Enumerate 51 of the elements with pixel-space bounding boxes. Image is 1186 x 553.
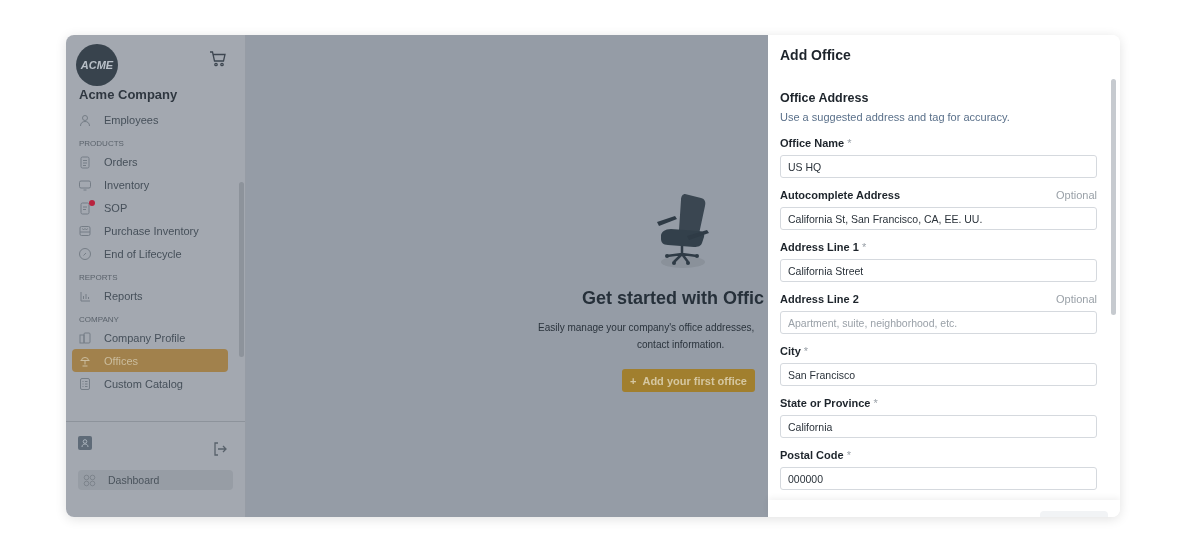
nav-icon <box>78 246 92 261</box>
field-label: City * <box>780 345 809 359</box>
input-field[interactable]: Apartment, suite, neighborhood, etc. <box>780 311 1097 334</box>
nav-icon <box>78 112 92 127</box>
field-label: Address Line 1 * <box>780 241 867 255</box>
sidebar-item[interactable]: Employees <box>72 108 228 131</box>
section-heading: REPORTS <box>79 273 119 282</box>
sidebar-item[interactable]: Reports <box>72 284 228 307</box>
input-field[interactable]: 000000 <box>780 467 1097 490</box>
sidebar-item[interactable]: Inventory <box>72 173 228 196</box>
company-logo: ACME <box>76 44 118 86</box>
field-label: Postal Code * <box>780 449 851 463</box>
nav-icon <box>78 223 92 238</box>
dashboard-button[interactable]: Dashboard <box>78 470 233 490</box>
sidebar-item[interactable]: SOP <box>72 196 228 219</box>
optional-hint: Optional <box>1056 189 1097 203</box>
user-avatar[interactable] <box>78 436 92 450</box>
section-heading: COMPANY <box>79 315 120 324</box>
input-field[interactable]: California <box>780 415 1097 438</box>
cart-icon[interactable] <box>209 50 227 68</box>
scrollbar-thumb[interactable] <box>1111 79 1116 315</box>
sidebar-item[interactable]: Custom Catalog <box>72 372 228 395</box>
field-label: State or Province * <box>780 397 878 411</box>
section-heading: PRODUCTS <box>79 139 125 148</box>
section-subtitle: Use a suggested address and tag for accuracy. <box>780 111 1011 123</box>
nav-icon <box>78 177 92 192</box>
sidebar-item[interactable]: Purchase Inventory <box>72 219 228 242</box>
add-office-button[interactable]: + Add your first office <box>622 369 755 392</box>
input-field[interactable]: California St, San Francisco, CA, EE. UU. <box>780 207 1097 230</box>
sidebar-item[interactable]: Orders <box>72 150 228 173</box>
sidebar-item[interactable]: Offices <box>72 349 228 372</box>
logout-icon[interactable] <box>212 441 228 457</box>
section-title: Office Address <box>780 91 870 105</box>
nav-icon <box>78 330 92 345</box>
field-label: Address Line 2 <box>780 293 859 307</box>
company-name: Acme Company <box>79 87 179 102</box>
optional-hint: Optional <box>1056 293 1097 307</box>
sidebar-item[interactable]: Company Profile <box>72 326 228 349</box>
sidebar-item[interactable]: End of Lifecycle <box>72 242 228 265</box>
field-label: Autocomplete Address <box>780 189 900 203</box>
drawer-title: Add Office <box>779 46 852 65</box>
empty-state-description: Easily manage your company's office addresses, contact information. <box>538 321 756 352</box>
nav-icon <box>78 376 92 391</box>
input-field[interactable]: San Francisco <box>780 363 1097 386</box>
nav-icon <box>78 154 92 169</box>
input-field[interactable]: US HQ <box>780 155 1097 178</box>
field-label: Office Name * <box>780 137 852 151</box>
empty-state-title: Get started with Offic <box>582 288 766 309</box>
nav-icon <box>78 200 92 215</box>
grid-icon <box>83 473 96 487</box>
input-field[interactable]: California Street <box>780 259 1097 282</box>
